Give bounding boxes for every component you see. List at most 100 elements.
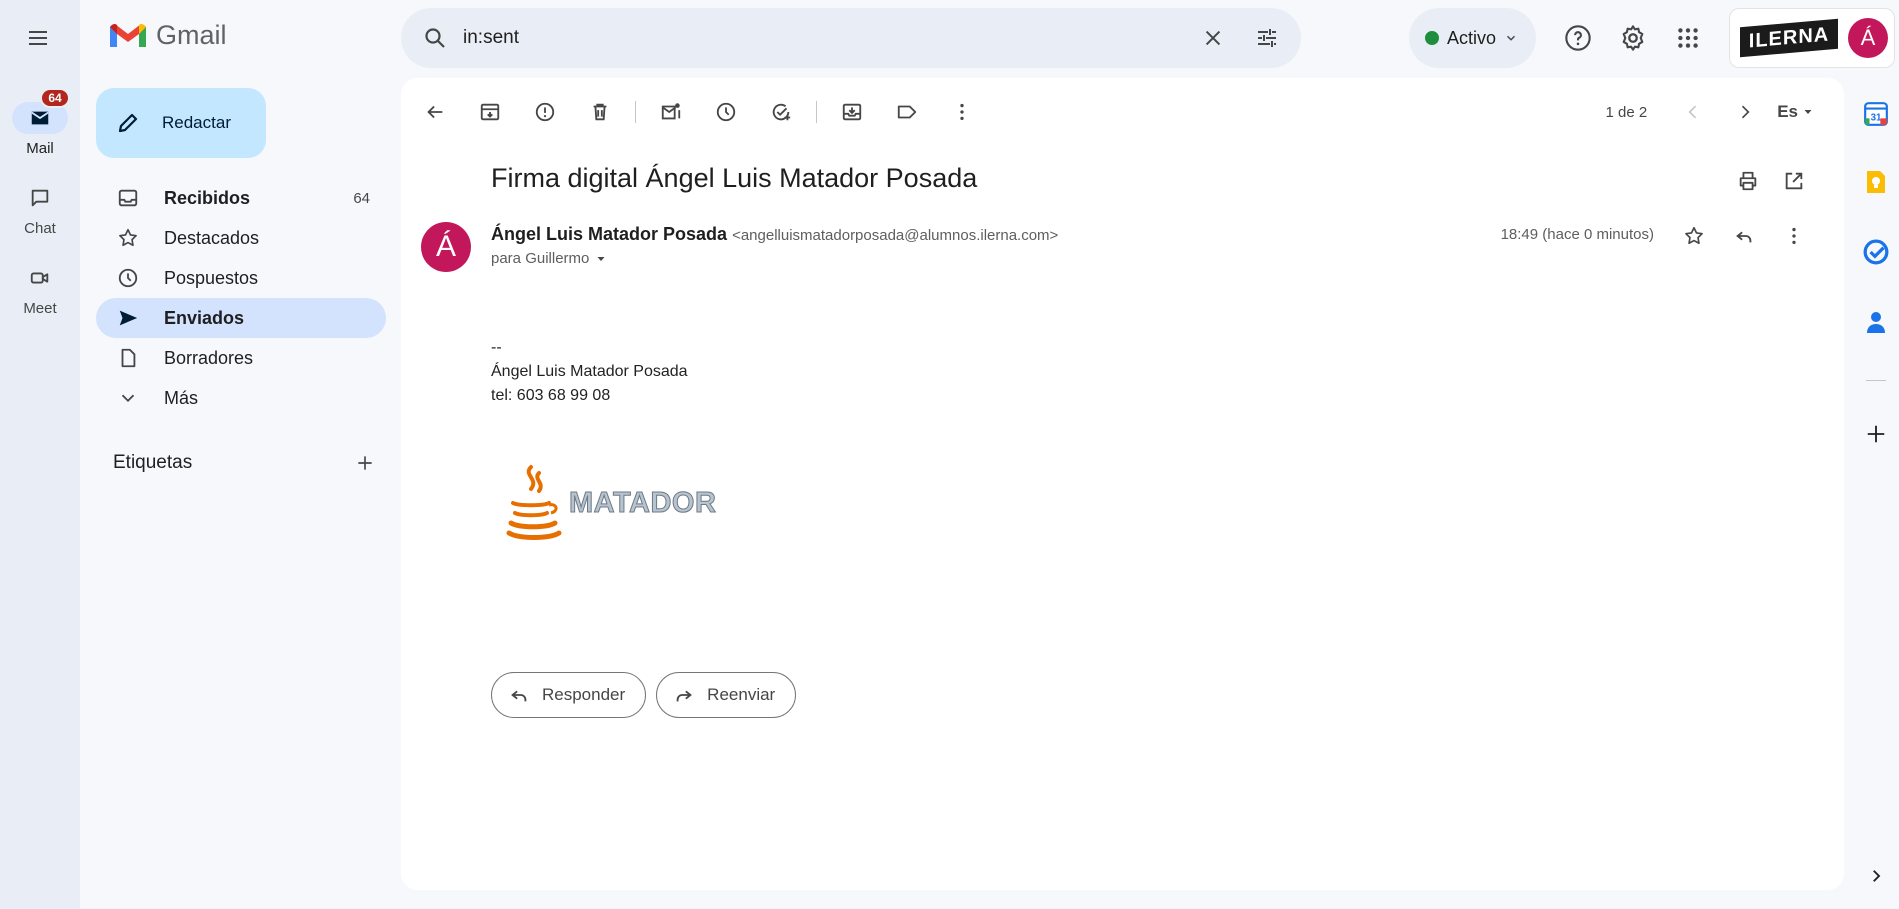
subject-actions — [1728, 161, 1814, 201]
star-icon — [119, 228, 137, 247]
chat-icon — [31, 189, 49, 207]
forward-pill-button[interactable]: Reenviar — [656, 672, 797, 718]
add-task-icon — [772, 103, 791, 121]
labels-title: Etiquetas — [113, 452, 193, 473]
clock-icon — [118, 268, 138, 288]
more-options-button[interactable] — [942, 92, 982, 132]
hamburger-icon — [29, 31, 47, 45]
status-dot — [1425, 31, 1439, 45]
side-app-calendar[interactable]: 31 — [1862, 100, 1890, 128]
input-tools-dropdown[interactable]: Es — [1777, 102, 1814, 122]
reply-actions: Responder Reenviar — [491, 672, 797, 718]
snooze-button[interactable] — [706, 92, 746, 132]
sidebar-item-sent[interactable]: Enviados — [96, 298, 386, 338]
keep-icon — [1867, 171, 1885, 193]
side-app-keep[interactable] — [1862, 168, 1890, 196]
signature-name: Ángel Luis Matador Posada — [491, 363, 688, 380]
mark-unread-icon — [661, 103, 681, 120]
reply-button[interactable] — [1724, 216, 1764, 256]
sidebar-item-starred[interactable]: Destacados — [96, 218, 386, 258]
report-icon — [535, 102, 555, 122]
archive-button[interactable] — [470, 92, 510, 132]
sender-avatar[interactable]: Á — [421, 222, 471, 272]
add-label-icon[interactable] — [355, 453, 375, 473]
reply-label: Responder — [542, 685, 626, 704]
message-more-button[interactable] — [1774, 216, 1814, 256]
gmail-logo[interactable]: Gmail — [108, 20, 227, 51]
input-language: Es — [1777, 102, 1798, 121]
signature-phone: tel: 603 68 99 08 — [491, 387, 611, 404]
side-app-contacts[interactable] — [1862, 308, 1890, 336]
search-input[interactable] — [455, 27, 1193, 49]
search-icon — [425, 28, 445, 48]
print-button[interactable] — [1728, 161, 1768, 201]
clear-search-button[interactable] — [1193, 18, 1233, 58]
delete-button[interactable] — [580, 92, 620, 132]
message-actions — [1674, 216, 1814, 256]
rail-item-meet[interactable]: Meet — [0, 262, 80, 317]
side-panel-toggle[interactable] — [1862, 862, 1890, 890]
signature-logo: MATADOR — [501, 453, 751, 553]
rail-item-chat[interactable]: Chat — [0, 182, 80, 237]
search-button[interactable] — [415, 18, 455, 58]
rail-item-label: Chat — [24, 220, 56, 237]
sender-name[interactable]: Ángel Luis Matador Posada — [491, 224, 727, 244]
add-to-tasks-button[interactable] — [761, 92, 801, 132]
side-add-app[interactable] — [1862, 420, 1890, 448]
rail-item-label: Meet — [23, 300, 57, 317]
close-icon — [1205, 30, 1221, 46]
settings-button[interactable] — [1613, 18, 1653, 58]
label-button[interactable] — [887, 92, 927, 132]
inbox-count: 64 — [353, 189, 370, 207]
sidebar-item-label: Recibidos — [164, 187, 251, 208]
video-camera-icon — [30, 272, 49, 284]
apps-grid-icon — [1678, 28, 1698, 48]
message-view: 1 de 2 Es Firma digital Ángel Luis Matad… — [401, 78, 1844, 890]
search-options-button[interactable] — [1247, 18, 1287, 58]
recipient-details-toggle[interactable]: para Guillermo — [491, 250, 607, 267]
open-in-new-icon — [1785, 172, 1803, 190]
tune-icon — [1258, 29, 1276, 47]
open-new-window-button[interactable] — [1774, 161, 1814, 201]
calendar-icon: 31 — [1864, 102, 1888, 126]
sender-line: Ángel Luis Matador Posada <angelluismata… — [491, 224, 1058, 245]
apps-button[interactable] — [1668, 18, 1708, 58]
sidebar-item-inbox[interactable]: Recibidos 64 — [96, 178, 386, 218]
sidebar-nav: Recibidos 64 Destacados Pospuestos Envia… — [96, 178, 386, 418]
archive-icon — [480, 103, 500, 121]
sidebar-item-more[interactable]: Más — [96, 378, 386, 418]
main-menu-button[interactable] — [14, 14, 62, 62]
rail-item-mail[interactable]: 64 Mail — [0, 88, 80, 157]
clock-icon — [716, 102, 736, 122]
recipient-text: para Guillermo — [491, 250, 590, 267]
star-button[interactable] — [1674, 216, 1714, 256]
report-spam-button[interactable] — [525, 92, 565, 132]
side-divider — [1866, 380, 1886, 381]
print-icon — [1739, 171, 1757, 191]
chevron-right-icon — [1742, 105, 1750, 119]
newer-button[interactable] — [1673, 92, 1713, 132]
sidebar-item-snoozed[interactable]: Pospuestos — [96, 258, 386, 298]
caret-down-icon — [1804, 110, 1812, 114]
status-dropdown[interactable]: Activo — [1409, 8, 1536, 68]
organization-logo: ILERNA — [1740, 18, 1838, 58]
pagination-text: 1 de 2 — [1605, 103, 1648, 121]
move-to-button[interactable] — [832, 92, 872, 132]
sidebar-item-label: Pospuestos — [164, 267, 259, 288]
move-to-icon — [842, 103, 862, 121]
plus-icon — [1867, 425, 1885, 443]
sidebar-item-label: Enviados — [164, 307, 245, 328]
message-time: 18:49 (hace 0 minutos) — [1500, 226, 1654, 243]
mark-unread-button[interactable] — [651, 92, 691, 132]
side-app-tasks[interactable] — [1862, 238, 1890, 266]
gmail-m-icon — [110, 23, 146, 47]
older-button[interactable] — [1725, 92, 1765, 132]
back-button[interactable] — [415, 92, 455, 132]
tasks-icon — [1863, 239, 1889, 265]
signature-logo-text: MATADOR — [568, 486, 717, 519]
reply-pill-button[interactable]: Responder — [491, 672, 647, 718]
help-button[interactable] — [1558, 18, 1598, 58]
draft-icon — [121, 348, 136, 368]
sidebar-item-drafts[interactable]: Borradores — [96, 338, 386, 378]
compose-button[interactable]: Redactar — [96, 88, 266, 158]
